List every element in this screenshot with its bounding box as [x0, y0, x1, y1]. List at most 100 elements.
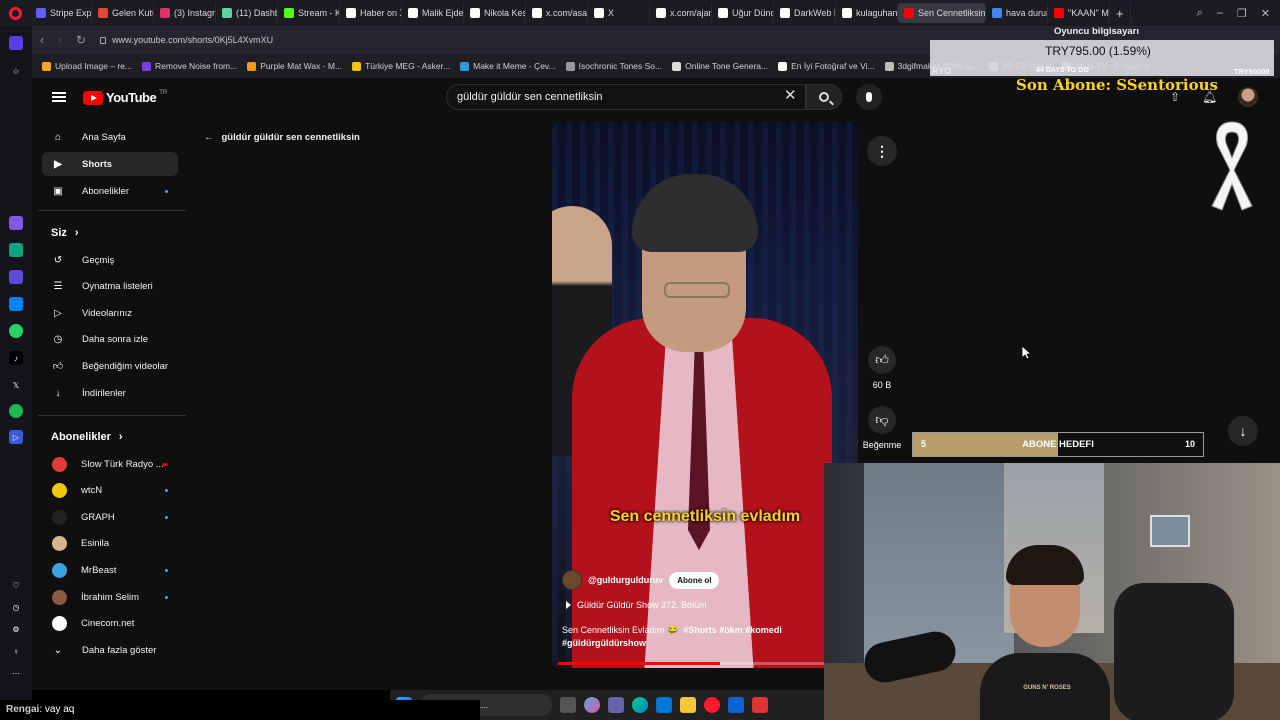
voice-search-button[interactable] — [856, 84, 882, 110]
settings-icon[interactable]: ⚙ — [9, 622, 23, 636]
sidebar-item-main-1[interactable]: ▶ Shorts — [42, 152, 178, 176]
hamburger-menu-icon[interactable] — [52, 92, 66, 102]
browser-tab[interactable]: "KAAN" Me — [1048, 3, 1110, 23]
browser-tab[interactable]: Stripe Expr — [30, 3, 92, 23]
spotify-icon[interactable] — [9, 404, 23, 418]
browser-tab[interactable]: hava durum — [986, 3, 1048, 23]
more-options-button[interactable]: ⋮ — [867, 136, 897, 166]
subscription-item[interactable]: Esinila — [42, 532, 178, 556]
sidebar-item-you-0[interactable]: ↺ Geçmiş — [42, 248, 178, 272]
x-icon[interactable]: 𝕏 — [9, 378, 23, 392]
reload-icon[interactable]: ↻ — [76, 33, 86, 47]
browser-tab[interactable]: Uğur Dünd — [712, 3, 774, 23]
dislike-button[interactable]: 👎︎ — [868, 406, 896, 434]
more-rail-icon[interactable]: ⋯ — [9, 666, 23, 680]
sidebar-item-you-5[interactable]: ↓ İndirilenler — [42, 381, 178, 405]
url-field[interactable]: www.youtube.com/shorts/0Kj5L4XvmXU — [100, 35, 273, 45]
sidebar-item-main-0[interactable]: ⌂ Ana Sayfa — [42, 125, 178, 149]
minimize-icon[interactable]: – — [1217, 7, 1223, 19]
bookmark-item[interactable]: Remove Noise from... — [142, 61, 237, 71]
section-you[interactable]: Siz › — [51, 227, 79, 239]
bookmark-item[interactable]: Make it Meme - Çev... — [460, 61, 556, 71]
bookmark-item[interactable]: Purple Mat Wax - M... — [247, 61, 342, 71]
whatsapp-icon[interactable] — [9, 324, 23, 338]
history-rail-icon[interactable]: ◷ — [9, 600, 23, 614]
back-to-results[interactable]: ← güldür güldür sen cennetliksin — [204, 132, 360, 143]
store-icon[interactable] — [656, 697, 672, 713]
tiktok-icon[interactable]: ♪ — [9, 351, 23, 365]
bookmark-item[interactable]: Isochronic Tones So... — [565, 61, 662, 71]
teams-icon[interactable] — [608, 697, 624, 713]
account-avatar[interactable] — [1238, 87, 1258, 107]
subscription-item[interactable]: Cinecom.net — [42, 612, 178, 636]
search-button[interactable] — [806, 84, 842, 110]
video-progress-bar[interactable] — [558, 662, 852, 665]
browser-tab[interactable]: x.com/ajan — [650, 3, 712, 23]
cs-icon[interactable] — [9, 270, 23, 284]
browser-tab[interactable]: X — [588, 3, 650, 23]
sidebar-item-you-4[interactable]: 👍︎ Beğendiğim videolar — [42, 354, 178, 378]
workspace-icon[interactable] — [9, 36, 23, 50]
opera-taskbar-icon[interactable] — [704, 697, 720, 713]
shorts-video-player[interactable]: Sen cennetliksin evladım @guldurgulduruv… — [552, 122, 858, 668]
search-input[interactable]: güldür güldür sen cennetliksin — [446, 84, 806, 110]
subscribe-button[interactable]: Abone ol — [669, 571, 720, 589]
browser-tab[interactable]: DarkWeb H — [774, 3, 836, 23]
file-explorer-icon[interactable] — [680, 697, 696, 713]
subscription-item[interactable]: wtcN — [42, 479, 178, 503]
section-subscriptions[interactable]: Abonelikler › — [51, 431, 123, 443]
browser-tab[interactable]: kulaguhan — [836, 3, 898, 23]
back-icon[interactable]: ‹ — [40, 33, 44, 47]
browser-tab[interactable]: Nikola Kes — [464, 3, 526, 23]
hashtag-show[interactable]: #güldürgüldürshow — [562, 638, 646, 648]
outlook-icon[interactable] — [728, 697, 744, 713]
new-tab-button[interactable]: + — [1110, 3, 1131, 23]
close-window-icon[interactable]: ✕ — [1261, 7, 1270, 20]
youtube-logo[interactable]: YouTube TR — [83, 90, 167, 105]
subscription-item[interactable]: İbrahim Selim — [42, 585, 178, 609]
browser-tab[interactable]: Malik Ejder — [402, 3, 464, 23]
forward-icon[interactable]: › — [58, 33, 62, 47]
clear-search-icon[interactable]: ✕ — [784, 88, 797, 103]
messenger-icon[interactable] — [9, 297, 23, 311]
tab-search-icon[interactable]: ⌕ — [1197, 7, 1203, 20]
chatgpt-icon[interactable] — [9, 243, 23, 257]
browser-tab[interactable]: Haber on X — [340, 3, 402, 23]
browser-tab[interactable]: Stream - Ki — [278, 3, 340, 23]
bookmark-item[interactable]: En İyi Fotoğraf ve Vi... — [778, 61, 875, 71]
episode-link[interactable]: Güldür Güldür Show 372. Bölüm — [566, 600, 707, 610]
subscription-item[interactable]: GRAPH — [42, 505, 178, 529]
sidebar-item-you-1[interactable]: ☰ Oynatma listeleri — [42, 275, 178, 299]
copilot-icon[interactable] — [584, 697, 600, 713]
bookmark-item[interactable]: Türkiye MEG - Asker... — [352, 61, 450, 71]
star-icon[interactable]: ☆ — [9, 64, 23, 78]
like-button[interactable]: 👍︎ — [868, 346, 896, 374]
tips-icon[interactable]: ♀ — [9, 644, 23, 658]
subscription-item[interactable]: Slow Türk Radyo ... — [42, 452, 178, 476]
sidebar-item-you-3[interactable]: ◷ Daha sonra izle — [42, 328, 178, 352]
next-short-button[interactable]: ↓ — [1228, 416, 1258, 446]
browser-tab[interactable]: x.com/asay — [526, 3, 588, 23]
subscription-item[interactable]: MrBeast — [42, 558, 178, 582]
channel-name[interactable]: @guldurgulduruv — [588, 575, 663, 585]
section-subscriptions-label: Abonelikler — [51, 431, 111, 443]
channel-avatar[interactable] — [562, 570, 582, 590]
browser-tab[interactable]: Gelen Kutu — [92, 3, 154, 23]
browser-tab[interactable]: (11) Dashb — [216, 3, 278, 23]
browser-tab[interactable]: (3) Instagra — [154, 3, 216, 23]
opera-logo-icon[interactable] — [0, 0, 30, 26]
hashtags[interactable]: #Shorts #bkm #komedi — [683, 625, 782, 635]
show-more-button[interactable]: ⌄ Daha fazla göster — [42, 638, 178, 662]
app-icon[interactable] — [752, 697, 768, 713]
restore-icon[interactable]: ❐ — [1237, 7, 1247, 20]
sidebar-item-main-2[interactable]: ▣ Abonelikler — [42, 179, 178, 203]
sidebar-item-you-2[interactable]: ▷ Videolarınız — [42, 301, 178, 325]
aria-icon[interactable] — [9, 216, 23, 230]
task-view-icon[interactable] — [560, 697, 576, 713]
heart-icon[interactable]: ♡ — [9, 578, 23, 592]
browser-tab[interactable]: Sen Cennetliksin — [898, 3, 986, 23]
bookmark-item[interactable]: Upload Image – re... — [42, 61, 132, 71]
bookmark-item[interactable]: Online Tone Genera... — [672, 61, 768, 71]
player-icon[interactable]: ▷ — [9, 430, 23, 444]
edge-icon[interactable] — [632, 697, 648, 713]
